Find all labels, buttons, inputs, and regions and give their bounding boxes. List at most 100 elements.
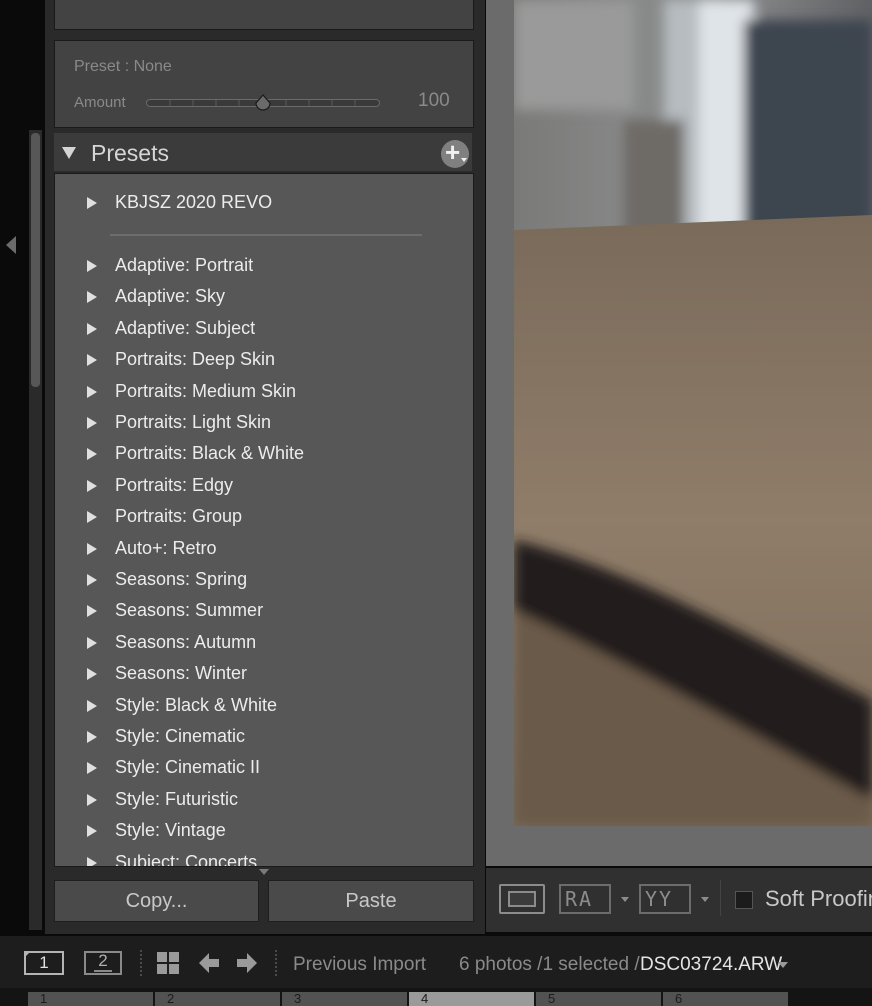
preset-amount-section — [54, 40, 474, 128]
preset-group-item[interactable]: Portraits: Black & White — [55, 439, 473, 469]
collapse-left-panel-icon[interactable] — [6, 236, 16, 254]
thumbnail-index: 6 — [675, 992, 683, 1006]
preset-group-label: Style: Futuristic — [115, 788, 239, 809]
arrow-left-icon[interactable] — [197, 951, 221, 975]
thumbnail-index: 2 — [167, 992, 175, 1006]
copy-button[interactable]: Copy... — [54, 880, 259, 922]
preset-name-label: Preset : None — [74, 58, 172, 75]
preset-group-kbjsz[interactable]: KBJSZ 2020 REVO — [55, 188, 473, 218]
soft-proofing-label[interactable]: Soft Proofing — [765, 886, 872, 912]
chevron-down-icon[interactable] — [621, 897, 629, 902]
preset-group-item[interactable]: Adaptive: Portrait — [55, 251, 473, 281]
preset-group-label: Adaptive: Portrait — [115, 255, 254, 275]
thumbnail-index: 4 — [421, 992, 429, 1006]
amount-slider-thumb[interactable] — [254, 94, 272, 112]
expand-triangle-icon[interactable] — [87, 574, 97, 586]
preset-group-label: Auto+: Retro — [115, 537, 217, 558]
soft-proofing-checkbox[interactable] — [735, 891, 753, 909]
before-after-tb-button[interactable]: YY — [639, 884, 691, 914]
collapse-triangle-icon[interactable] — [62, 147, 76, 159]
preset-group-item[interactable]: Seasons: Spring — [55, 565, 473, 595]
filmstrip-thumbnail[interactable]: 5 — [536, 992, 663, 1006]
preset-group-item[interactable]: Seasons: Summer — [55, 596, 473, 626]
preset-group-label: Style: Vintage — [115, 820, 226, 841]
before-after-lr-button[interactable]: RA — [559, 884, 611, 914]
preset-group-label: Seasons: Spring — [115, 569, 248, 589]
preset-group-item[interactable]: Portraits: Light Skin — [55, 408, 473, 438]
source-label[interactable]: Previous Import — [293, 954, 426, 976]
filename-label[interactable]: DSC03724.ARW — [640, 954, 782, 976]
preset-group-item[interactable]: Portraits: Group — [55, 502, 473, 532]
preset-group-item[interactable]: Adaptive: Subject — [55, 314, 473, 344]
expand-triangle-icon[interactable] — [87, 291, 97, 304]
expand-triangle-icon[interactable] — [87, 354, 97, 367]
panel-resize-caret-icon[interactable] — [259, 869, 269, 875]
toolbar-divider — [720, 880, 721, 916]
filmstrip-thumbnail[interactable]: 2 — [155, 992, 282, 1006]
expand-triangle-icon[interactable] — [87, 479, 97, 492]
primary-display-button[interactable]: 1 — [24, 951, 64, 975]
expand-triangle-icon[interactable] — [87, 197, 97, 209]
expand-triangle-icon[interactable] — [87, 605, 97, 618]
preset-group-item[interactable]: Adaptive: Sky — [55, 282, 473, 312]
preset-group-item[interactable]: Style: Cinematic — [55, 722, 473, 752]
expand-triangle-icon[interactable] — [87, 448, 97, 461]
expand-triangle-icon[interactable] — [87, 417, 97, 429]
filmstrip-thumbnail[interactable]: 4 — [409, 992, 536, 1006]
preset-group-item[interactable]: Portraits: Deep Skin — [55, 345, 473, 375]
paste-button[interactable]: Paste — [268, 880, 474, 922]
expand-triangle-icon[interactable] — [87, 260, 97, 272]
filmstrip-thumbnail[interactable]: 6 — [663, 992, 790, 1006]
preset-group-item[interactable]: Portraits: Medium Skin — [55, 377, 473, 407]
presets-title: Presets — [91, 140, 169, 166]
expand-triangle-icon[interactable] — [87, 511, 97, 524]
expand-triangle-icon[interactable] — [87, 762, 97, 775]
expand-triangle-icon[interactable] — [87, 856, 97, 866]
preset-group-label: Adaptive: Subject — [115, 317, 256, 338]
expand-triangle-icon[interactable] — [87, 542, 97, 555]
expand-triangle-icon[interactable] — [87, 699, 97, 712]
arrow-right-icon[interactable] — [235, 951, 259, 975]
preset-group-item[interactable]: Style: Cinematic II — [55, 753, 473, 783]
preset-group-label: Adaptive: Sky — [115, 286, 226, 307]
previous-panel-section — [54, 0, 474, 30]
preset-group-label: Portraits: Black & White — [115, 443, 305, 464]
filmstrip-thumbnail[interactable]: 3 — [282, 992, 409, 1006]
preset-group-item[interactable]: Style: Futuristic — [55, 785, 473, 815]
panel-scrollbar-thumb[interactable] — [31, 133, 40, 387]
preset-group-item[interactable]: Style: Vintage — [55, 816, 473, 846]
chevron-down-icon[interactable] — [778, 962, 788, 968]
photo-image — [514, 0, 872, 826]
expand-triangle-icon[interactable] — [87, 793, 97, 806]
toolbar-divider — [140, 950, 142, 976]
secondary-display-button[interactable]: 2 — [84, 951, 122, 975]
preset-group-item[interactable]: Seasons: Winter — [55, 659, 473, 689]
preset-group-item[interactable]: Auto+: Retro — [55, 534, 473, 564]
amount-label: Amount — [74, 94, 126, 111]
dropdown-caret-icon — [461, 158, 467, 162]
expand-triangle-icon[interactable] — [87, 668, 97, 681]
filmstrip-thumbnail[interactable]: 1 — [28, 992, 155, 1006]
loupe-view-icon — [508, 891, 536, 907]
preset-group-item[interactable]: Portraits: Edgy — [55, 471, 473, 501]
expand-triangle-icon[interactable] — [87, 825, 97, 838]
secondary-display-label: 2 — [94, 952, 112, 972]
preset-group-item[interactable]: Subject: Concerts — [55, 848, 473, 866]
preset-group-label: Portraits: Deep Skin — [115, 349, 276, 370]
preset-group-label: Style: Cinematic II — [115, 757, 261, 778]
expand-triangle-icon[interactable] — [87, 322, 97, 335]
add-preset-button[interactable]: + — [441, 137, 469, 168]
chevron-down-icon[interactable] — [701, 897, 709, 902]
preset-group-item[interactable]: Style: Black & White — [55, 691, 473, 721]
preset-group-label: Seasons: Autumn — [115, 631, 257, 652]
grid-view-icon[interactable] — [156, 951, 180, 975]
expand-triangle-icon[interactable] — [87, 731, 97, 743]
preset-group-label: Portraits: Light Skin — [115, 412, 272, 432]
expand-triangle-icon[interactable] — [87, 385, 97, 398]
preset-group-label: Seasons: Winter — [115, 663, 248, 684]
expand-triangle-icon[interactable] — [87, 636, 97, 649]
photo-count-label: 6 photos /1 selected / — [459, 954, 640, 975]
preset-group-item[interactable]: Seasons: Autumn — [55, 628, 473, 658]
list-divider — [110, 234, 422, 236]
toolbar-divider — [275, 950, 277, 976]
